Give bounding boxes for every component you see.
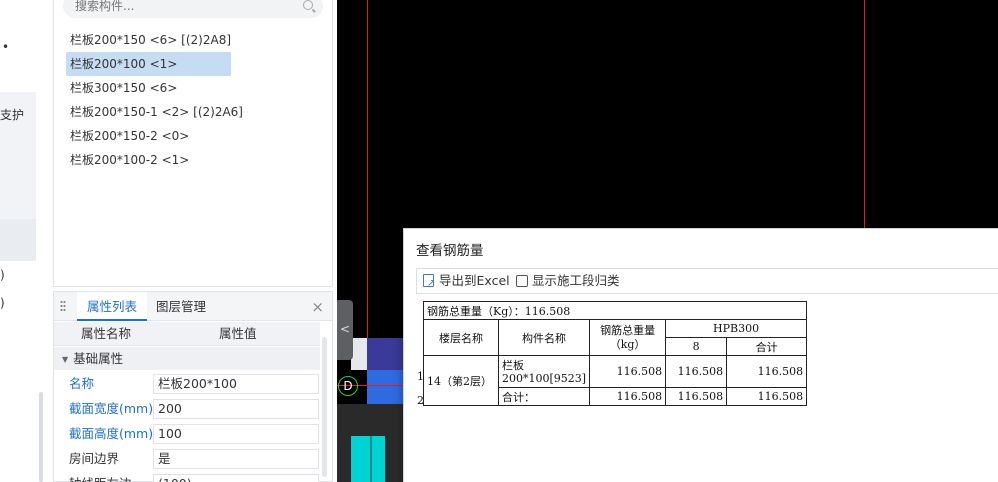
property-name: 房间边界 <box>69 451 120 466</box>
dialog-toolbar: 导出到Excel 显示施工段归类 <box>416 268 998 296</box>
cell-diameter: 116.508 <box>665 355 728 388</box>
grid-line <box>864 0 865 228</box>
header-component: 构件名称 <box>497 319 591 356</box>
checkbox-label: 显示施工段归类 <box>532 273 620 288</box>
collapse-triangle-icon[interactable]: ▼ <box>62 348 68 371</box>
properties-tabbar: 属性列表 图层管理 × <box>54 292 332 321</box>
property-row: 轴线距左边 (100) <box>54 471 320 482</box>
total-weight-cell: 钢筋总重量（Kg）：116.508 <box>422 301 808 320</box>
export-icon <box>423 272 435 296</box>
property-value-field[interactable]: 100 <box>153 424 319 444</box>
group-basic-properties[interactable]: ▼ 基础属性 <box>54 347 320 370</box>
property-name: 截面高度(mm) <box>69 426 154 441</box>
header-sum: 合计 <box>726 337 808 356</box>
canvas-gray-block <box>351 338 367 370</box>
component-item-selected[interactable]: 栏板200*100 <1> <box>66 52 231 76</box>
property-value-field[interactable]: 200 <box>153 399 319 419</box>
left-scrollbar[interactable] <box>39 392 43 482</box>
cell-sum: 116.508 <box>726 355 808 388</box>
cell-component: 栏板200*100[9523] <box>497 355 591 388</box>
component-list-panel: 栏板200*150 <6> [(2)2A8] 栏板200*100 <1> 栏板3… <box>53 0 333 287</box>
nav-bullet: • <box>2 40 10 54</box>
header-property-value: 属性值 <box>219 326 257 341</box>
cell-component: 合计： <box>497 387 591 406</box>
component-item[interactable]: 栏板200*150-1 <2> [(2)2A6] <box>66 100 306 124</box>
cell-total: 116.508 <box>589 355 667 388</box>
group-label: 基础属性 <box>73 351 124 366</box>
component-item[interactable]: 栏板200*100-2 <1> <box>66 148 306 172</box>
checkbox-box[interactable] <box>516 275 528 287</box>
header-grade: HPB300 <box>665 319 808 338</box>
property-name: 轴线距左边 <box>69 471 132 482</box>
property-row: 房间边界 是 <box>54 446 320 471</box>
header-total-weight: 钢筋总重量（kg） <box>589 319 667 356</box>
cell-sum: 116.508 <box>726 387 808 406</box>
rebar-table: 钢筋总重量（Kg）：116.508 楼层名称 构件名称 钢筋总重量（kg） HP… <box>422 301 808 406</box>
property-value-field[interactable]: 栏板200*100 <box>153 374 319 394</box>
chevron-left-icon: < <box>340 322 351 336</box>
app-root: • 支护 ) ) 栏板200*150 <6> [(2)2A8] 栏板200*10… <box>0 0 998 482</box>
canvas-teal-divider <box>370 436 372 482</box>
header-property-name: 属性名称 <box>81 326 132 341</box>
cell-floor: 14（第2层） <box>423 355 499 406</box>
canvas-teal-block <box>351 436 385 482</box>
collapse-panel-tab[interactable]: < <box>337 300 353 360</box>
nav-block-selected[interactable] <box>0 219 36 261</box>
properties-panel: 属性列表 图层管理 × 属性名称 属性值 ▼ 基础属性 名称 栏板200*100 … <box>53 291 333 482</box>
component-item[interactable]: 栏板200*150 <6> [(2)2A8] <box>66 28 306 52</box>
property-row: 名称 栏板200*100 <box>54 371 320 396</box>
axis-label-circle[interactable]: D <box>338 376 358 396</box>
left-gap <box>37 0 53 482</box>
dialog-title: 查看钢筋量 <box>416 243 484 259</box>
canvas-blue-block <box>367 370 403 404</box>
nav-item-support[interactable]: 支护 <box>0 106 24 123</box>
component-list: 栏板200*150 <6> [(2)2A8] 栏板200*100 <1> 栏板3… <box>66 28 306 172</box>
canvas-purple-block <box>367 338 403 370</box>
export-label: 导出到Excel <box>439 273 510 288</box>
property-name: 名称 <box>69 376 95 391</box>
properties-header: 属性名称 属性值 <box>54 322 320 346</box>
property-value-field[interactable]: (100) <box>153 474 319 482</box>
cell-total: 116.508 <box>589 387 667 406</box>
search-input[interactable] <box>75 0 295 16</box>
property-name: 截面宽度(mm) <box>69 401 154 416</box>
rebar-quantity-dialog: 查看钢筋量 导出到Excel 显示施工段归类 1 2 钢筋总重量（Kg）：116… <box>403 228 998 482</box>
tab-layer-management[interactable]: 图层管理 <box>146 292 216 321</box>
nav-paren-1: ) <box>0 268 5 282</box>
property-value-field[interactable]: 是 <box>153 449 319 469</box>
search-icon[interactable] <box>303 0 313 10</box>
properties-scrollbar[interactable] <box>322 337 327 477</box>
header-floor: 楼层名称 <box>423 319 499 356</box>
tab-property-list[interactable]: 属性列表 <box>77 292 148 321</box>
close-icon[interactable]: × <box>311 298 324 316</box>
property-row: 截面高度(mm) 100 <box>54 421 320 446</box>
cell-diameter: 116.508 <box>665 387 728 406</box>
component-item[interactable]: 栏板200*150-2 <0> <box>66 124 306 148</box>
show-stage-checkbox[interactable]: 显示施工段归类 <box>516 269 620 293</box>
component-item[interactable]: 栏板300*150 <6> <box>66 76 306 100</box>
export-excel-button[interactable]: 导出到Excel <box>423 269 510 296</box>
property-row: 截面宽度(mm) 200 <box>54 396 320 421</box>
search-box[interactable] <box>63 0 323 18</box>
left-nav-strip: • 支护 ) ) <box>0 0 37 482</box>
drag-handle-icon[interactable] <box>60 300 66 313</box>
header-diameter: 8 <box>665 337 728 356</box>
axis-label: D <box>343 379 353 393</box>
nav-paren-2: ) <box>0 296 5 310</box>
